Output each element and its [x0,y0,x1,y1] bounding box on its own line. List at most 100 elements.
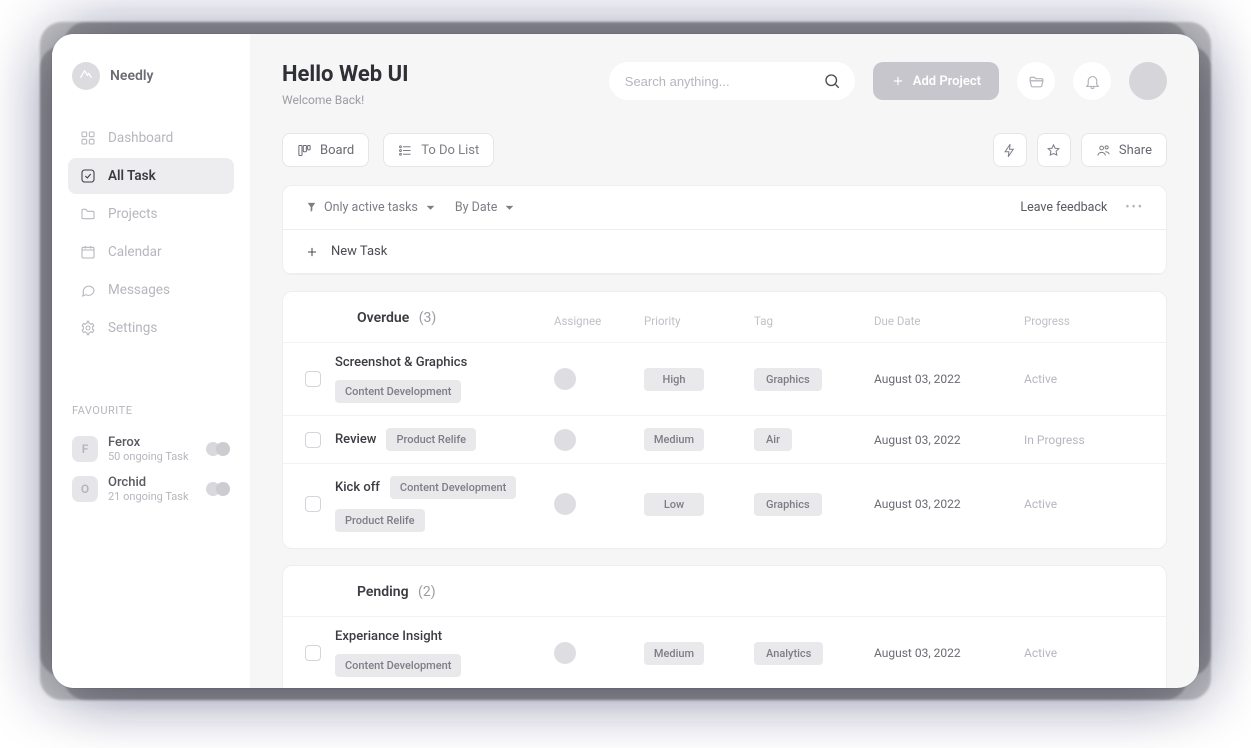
favourite-item-ferox[interactable]: F Ferox 50 ongoing Task [68,429,234,469]
checklist-icon [80,168,96,184]
assignee-avatar[interactable] [554,642,576,664]
task-checkbox[interactable] [305,371,321,387]
assignee-avatar[interactable] [554,368,576,390]
progress-label: Active [1024,372,1144,386]
task-group: Overdue (3) Assignee Priority Tag Due Da… [282,291,1167,549]
col-tag: Tag [754,314,874,328]
due-date: August 03, 2022 [874,433,1024,447]
sidebar-item-projects[interactable]: Projects [68,196,234,232]
page-subtitle: Welcome Back! [282,93,409,107]
task-chip: Product Relife [386,428,476,451]
favourite-badge: O [72,476,98,502]
assignee-avatar[interactable] [554,429,576,451]
favourite-sub: 50 ongoing Task [108,450,196,463]
task-checkbox[interactable] [305,496,321,512]
filter-only-active-label: Only active tasks [324,200,418,215]
leave-feedback-link[interactable]: Leave feedback [1020,200,1107,215]
sidebar-nav: Dashboard All Task Projects Calendar Mes… [68,120,234,346]
bolt-icon [1002,143,1017,158]
sidebar-item-label: Messages [108,282,170,298]
bell-icon [1084,73,1101,90]
task-chip: Product Relife [335,509,425,532]
brand-logo-icon [72,62,100,90]
filter-icon [305,201,318,214]
filter-by-date[interactable]: By Date [455,200,517,215]
plus-icon [305,245,319,259]
avatar-stack-icon [206,482,230,496]
sidebar-item-dashboard[interactable]: Dashboard [68,120,234,156]
add-project-button[interactable]: Add Project [873,62,999,100]
users-icon [1096,143,1111,158]
main: Hello Web UI Welcome Back! Add Project [250,34,1199,688]
sidebar-item-label: Calendar [108,244,162,260]
chevron-down-icon [503,201,516,214]
filter-only-active[interactable]: Only active tasks [305,200,437,215]
list-icon [398,143,413,158]
notifications-button[interactable] [1073,62,1111,100]
col-progress: Progress [1024,314,1144,328]
col-assignee: Assignee [554,314,644,328]
task-chip: Content Development [390,476,516,499]
task-name: Review [335,432,376,447]
due-date: August 03, 2022 [874,372,1024,386]
more-menu-icon[interactable]: ••• [1125,200,1144,215]
brand-name: Needly [110,68,153,84]
favourite-badge: F [72,436,98,462]
tag-chip: Graphics [754,368,822,391]
task-row[interactable]: ReviewProduct Relife Medium Air August 0… [283,415,1166,463]
favourite-sub: 21 ongoing Task [108,490,196,503]
task-name: Experiance Insight [335,629,442,644]
search-icon [823,72,841,90]
view-board-tab[interactable]: Board [282,133,369,167]
task-chip: Content Development [335,654,461,677]
favourite-item-orchid[interactable]: O Orchid 21 ongoing Task [68,469,234,509]
share-button[interactable]: Share [1081,133,1167,167]
task-checkbox[interactable] [305,432,321,448]
tag-chip: Graphics [754,493,822,516]
tag-chip: Air [754,428,792,451]
sidebar-item-settings[interactable]: Settings [68,310,234,346]
add-project-label: Add Project [913,74,981,89]
search-input[interactable] [623,73,823,90]
task-row[interactable]: Experiance InsightContent Development Me… [283,616,1166,688]
automations-button[interactable] [993,133,1027,167]
sidebar: Needly Dashboard All Task Projects Cal [52,34,250,688]
task-checkbox[interactable] [305,645,321,661]
gear-icon [80,320,96,336]
user-avatar[interactable] [1129,62,1167,100]
tag-chip: Analytics [754,642,823,665]
search-input-wrapper[interactable] [609,62,855,100]
new-task-label: New Task [331,244,387,259]
sidebar-item-label: Projects [108,206,158,222]
new-task-button[interactable]: New Task [283,230,1166,274]
group-count: (3) [415,310,436,326]
progress-label: Active [1024,646,1144,660]
task-group: Pending (2) Experiance InsightContent De… [282,565,1167,688]
task-row[interactable]: Kick off Content Development Product Reli… [283,463,1166,544]
sidebar-item-all-task[interactable]: All Task [68,158,234,194]
view-todo-tab[interactable]: To Do List [383,133,494,167]
view-toolbar: Board To Do List Share [282,133,1167,167]
group-count: (2) [415,584,436,600]
view-board-label: Board [320,143,354,158]
due-date: August 03, 2022 [874,497,1024,511]
progress-label: Active [1024,497,1144,511]
sidebar-item-calendar[interactable]: Calendar [68,234,234,270]
folder-icon [80,206,96,222]
task-name: Screenshot & Graphics [335,355,467,370]
col-priority: Priority [644,314,754,328]
page-title: Hello Web UI [282,62,409,87]
task-row[interactable]: Screenshot & GraphicsContent Development… [283,342,1166,415]
assignee-avatar[interactable] [554,493,576,515]
filters-bar: Only active tasks By Date Leave feedback… [283,186,1166,230]
calendar-icon [80,244,96,260]
favourite-button[interactable] [1037,133,1071,167]
archive-button[interactable] [1017,62,1055,100]
group-title: Overdue [357,310,409,326]
chevron-down-icon [424,201,437,214]
header: Hello Web UI Welcome Back! Add Project [282,62,1167,107]
avatar-stack-icon [206,442,230,456]
task-name: Kick off [335,480,380,495]
sidebar-item-messages[interactable]: Messages [68,272,234,308]
share-label: Share [1119,143,1152,158]
